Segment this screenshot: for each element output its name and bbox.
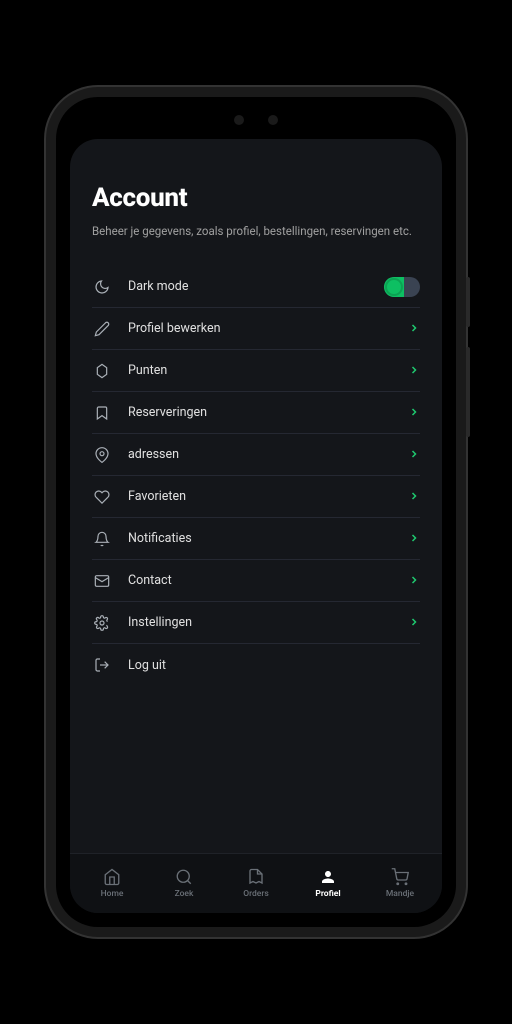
receipt-icon xyxy=(247,868,265,886)
volume-button xyxy=(466,277,470,327)
nav-label: Profiel xyxy=(315,889,340,899)
row-label: Punten xyxy=(128,363,408,378)
chevron-right-icon xyxy=(408,613,420,632)
bookmark-icon xyxy=(92,403,112,423)
gear-icon xyxy=(92,613,112,633)
phone-notch xyxy=(206,111,306,129)
row-label: adressen xyxy=(128,447,408,462)
row-settings[interactable]: Instellingen xyxy=(92,602,420,644)
nav-label: Home xyxy=(101,889,124,899)
nav-orders[interactable]: Orders xyxy=(220,868,292,899)
nav-profile[interactable]: Profiel xyxy=(292,868,364,899)
row-label: Favorieten xyxy=(128,489,408,504)
home-icon xyxy=(103,868,121,886)
row-label: Instellingen xyxy=(128,615,408,630)
power-button xyxy=(466,347,470,437)
phone-frame: Account Beheer je gegevens, zoals profie… xyxy=(56,97,456,927)
row-label: Profiel bewerken xyxy=(128,321,408,336)
moon-icon xyxy=(92,277,112,297)
nav-label: Orders xyxy=(243,889,269,899)
row-logout[interactable]: Log uit xyxy=(92,644,420,686)
row-edit-profile[interactable]: Profiel bewerken xyxy=(92,308,420,350)
content-area: Account Beheer je gegevens, zoals profie… xyxy=(70,139,442,853)
row-label: Contact xyxy=(128,573,408,588)
chevron-right-icon xyxy=(408,361,420,380)
row-dark-mode[interactable]: Dark mode xyxy=(92,266,420,308)
pencil-icon xyxy=(92,319,112,339)
logout-icon xyxy=(92,655,112,675)
row-favorites[interactable]: Favorieten xyxy=(92,476,420,518)
row-addresses[interactable]: adressen xyxy=(92,434,420,476)
pin-icon xyxy=(92,445,112,465)
row-label: Dark mode xyxy=(128,279,384,294)
bottom-nav: Home Zoek Orders Profiel Mandje xyxy=(70,853,442,913)
row-reservations[interactable]: Reserveringen xyxy=(92,392,420,434)
bell-icon xyxy=(92,529,112,549)
chevron-right-icon xyxy=(408,319,420,338)
camera-dot xyxy=(234,115,244,125)
user-icon xyxy=(319,868,337,886)
page-title: Account xyxy=(92,183,420,213)
sensor-dot xyxy=(268,115,278,125)
nav-label: Zoek xyxy=(175,889,194,899)
badge-icon xyxy=(92,361,112,381)
nav-search[interactable]: Zoek xyxy=(148,868,220,899)
chevron-right-icon xyxy=(408,571,420,590)
page-subtitle: Beheer je gegevens, zoals profiel, beste… xyxy=(92,223,420,240)
chevron-right-icon xyxy=(408,529,420,548)
cart-icon xyxy=(391,868,409,886)
row-points[interactable]: Punten xyxy=(92,350,420,392)
nav-cart[interactable]: Mandje xyxy=(364,868,436,899)
row-label: Log uit xyxy=(128,658,420,673)
chevron-right-icon xyxy=(408,403,420,422)
nav-home[interactable]: Home xyxy=(76,868,148,899)
mail-icon xyxy=(92,571,112,591)
row-notifications[interactable]: Notificaties xyxy=(92,518,420,560)
heart-icon xyxy=(92,487,112,507)
search-icon xyxy=(175,868,193,886)
nav-label: Mandje xyxy=(386,889,414,899)
dark-mode-toggle[interactable] xyxy=(384,277,420,297)
row-label: Reserveringen xyxy=(128,405,408,420)
chevron-right-icon xyxy=(408,445,420,464)
screen: Account Beheer je gegevens, zoals profie… xyxy=(70,139,442,913)
chevron-right-icon xyxy=(408,487,420,506)
row-label: Notificaties xyxy=(128,531,408,546)
row-contact[interactable]: Contact xyxy=(92,560,420,602)
